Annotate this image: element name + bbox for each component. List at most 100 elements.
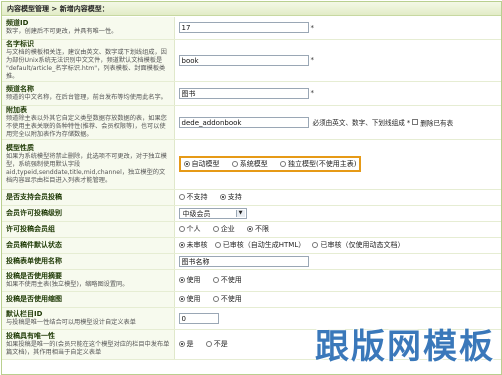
radio-option[interactable]: 个人 — [178, 225, 211, 233]
radio-option[interactable]: 已审核（仅使用动态文档） — [312, 241, 404, 249]
label-cell: 频道名称 频道的中文名称，在后台管理，前台发布等均使用此名字。 — [2, 81, 175, 106]
input-cell: 图书名称 — [174, 253, 501, 270]
field-label: 频道名称 — [6, 84, 34, 93]
radio-icon — [214, 242, 221, 248]
radio-icon — [246, 226, 253, 232]
field-desc: 如果投稿是唯一的(会员只能在这个模型对应的栏目中发布单篇文档)，其作用相当于自定… — [6, 340, 170, 356]
model-form: 频道ID 数字，创建后不可更改，并具有唯一性。 17 * 名字标识 与文档的模板相… — [2, 17, 501, 360]
field-label: 投稿表单使用名称 — [6, 256, 62, 265]
radio-option[interactable]: 支持 — [219, 193, 252, 201]
required-mark: * — [310, 56, 315, 64]
radio-icon — [205, 341, 212, 347]
watermark-logo: 跟版网模板 — [315, 327, 495, 367]
form-panel: 内容模型管理 > 新增内容模型： 频道ID 数字，创建后不可更改，并具有唯一性。… — [1, 1, 502, 375]
input-cell: 未审核 已审核（自动生成HTML） 已审核（仅使用动态文档） — [174, 237, 501, 254]
page-header: 内容模型管理 > 新增内容模型： — [2, 2, 501, 16]
row-member-submit: 是否支持会员投稿 不支持 支持 — [2, 189, 501, 206]
input-cell: 17 * — [174, 17, 501, 40]
radio-icon — [178, 226, 185, 232]
label-cell: 附加表 频道除主表以外其它自定义类型数据存放数据的表，如果您不使用主表关联的各种… — [2, 105, 175, 140]
row-member-status: 会员稿件默认状态 未审核 已审核（自动生成HTML） 已审核（仅使用动态文档） — [2, 237, 501, 254]
label-cell: 名字标识 与文档的模板相关连，建议由英文、数字或下划线组成，因为部份Unix系统… — [2, 39, 175, 82]
radio-icon — [212, 296, 219, 302]
name-id-input[interactable]: book — [178, 54, 309, 66]
field-desc: 与投稿是唯一性结合可以用模型设计自定义表单 — [6, 318, 136, 326]
label-cell: 会员稿件默认状态 — [2, 237, 175, 254]
radio-icon — [312, 242, 319, 248]
radio-option[interactable]: 不支持 — [178, 193, 218, 201]
input-cell: 使用 不使用 — [174, 269, 501, 292]
label-cell: 投稿表单使用名称 — [2, 253, 175, 270]
radio-option[interactable]: 不是 — [205, 340, 238, 348]
field-label: 名字标识 — [6, 39, 34, 48]
field-label: 投稿具有唯一性 — [6, 331, 55, 340]
radio-option[interactable]: 不使用 — [212, 276, 252, 284]
row-channel-name: 频道名称 频道的中文名称，在后台管理，前台发布等均使用此名字。 图书 * — [2, 81, 501, 106]
default-column-input[interactable]: 0 — [178, 312, 219, 324]
input-cell: 中级会员 ▼ — [174, 205, 501, 222]
submit-form-name-input[interactable]: 图书名称 — [178, 255, 309, 267]
addon-table-note: 必须由英文、数字、下划线组成 * — [312, 119, 411, 127]
row-channel-id: 频道ID 数字，创建后不可更改，并具有唯一性。 17 * — [2, 17, 501, 40]
radio-icon — [178, 341, 185, 347]
field-desc: 如果不使用主表(独立模型)，缩略图设置同。 — [6, 280, 129, 288]
radio-option[interactable]: 不限 — [246, 225, 279, 233]
radio-icon — [178, 277, 185, 283]
field-label: 许可投稿会员组 — [6, 224, 55, 233]
label-cell: 投稿具有唯一性 如果投稿是唯一的(会员只能在这个模型对应的栏目中发布单篇文档)，… — [2, 329, 175, 360]
field-label: 投稿是否使用缩图 — [6, 294, 62, 303]
model-type-group: 自动模型 系统模型 独立模型(不使用主表) — [178, 156, 362, 172]
label-cell: 投稿是否使用摘要 如果不使用主表(独立模型)，缩略图设置同。 — [2, 269, 175, 292]
input-cell: 个人 企业 不限 — [174, 221, 501, 238]
field-label: 模型性质 — [6, 143, 34, 152]
input-cell: 不支持 支持 — [174, 189, 501, 206]
delete-table-checkbox[interactable] — [412, 119, 419, 125]
row-use-thumb: 投稿是否使用缩图 使用 不使用 — [2, 291, 501, 308]
field-label: 会员稿件默认状态 — [6, 240, 62, 249]
radio-option[interactable]: 独立模型(不使用主表) — [279, 160, 356, 168]
row-addon-table: 附加表 频道除主表以外其它自定义类型数据存放数据的表，如果您不使用主表关联的各种… — [2, 105, 501, 140]
field-label: 投稿是否使用摘要 — [6, 271, 62, 280]
label-cell: 是否支持会员投稿 — [2, 189, 175, 206]
field-label: 是否支持会员投稿 — [6, 192, 62, 201]
field-label: 会员许可投稿级别 — [6, 208, 62, 217]
field-label: 附加表 — [6, 105, 27, 114]
input-cell: 图书 * — [174, 81, 501, 106]
label-cell: 投稿是否使用缩图 — [2, 291, 175, 308]
radio-option[interactable]: 未审核 — [178, 241, 213, 249]
label-cell: 默认栏目ID 与投稿是唯一性结合可以用模型设计自定义表单 — [2, 307, 175, 330]
required-mark: * — [310, 89, 315, 97]
required-mark: * — [310, 23, 315, 32]
radio-option[interactable]: 使用 — [178, 295, 211, 303]
radio-icon — [219, 194, 226, 200]
radio-option[interactable]: 企业 — [212, 225, 245, 233]
radio-icon — [178, 296, 185, 302]
member-level-select[interactable]: 中级会员 ▼ — [178, 207, 247, 219]
input-cell: 自动模型 系统模型 独立模型(不使用主表) — [174, 139, 501, 190]
input-cell: 使用 不使用 — [174, 291, 501, 308]
row-submit-form-name: 投稿表单使用名称 图书名称 — [2, 253, 501, 270]
radio-icon — [279, 161, 286, 167]
input-cell: dede_addonbook 必须由英文、数字、下划线组成 * 删除已有表 — [174, 105, 501, 140]
channel-id-input[interactable]: 17 — [178, 22, 309, 34]
addon-table-input[interactable]: dede_addonbook — [178, 116, 309, 128]
radio-option[interactable]: 已审核（自动生成HTML） — [214, 241, 310, 249]
field-desc: 频道的中文名称，在后台管理，前台发布等均使用此名字。 — [6, 93, 167, 101]
field-label: 频道ID — [6, 19, 29, 28]
radio-option[interactable]: 是 — [178, 340, 204, 348]
row-member-level: 会员许可投稿级别 中级会员 ▼ — [2, 205, 501, 222]
row-name-id: 名字标识 与文档的模板相关连，建议由英文、数字或下划线组成，因为部份Unix系统… — [2, 39, 501, 82]
input-cell: book * — [174, 39, 501, 82]
field-desc: 如果为系统模型将禁止删除，此选项不可更改，对于独立模型，系统强制使用默认字段ai… — [6, 152, 167, 184]
radio-option[interactable]: 自动模型 — [183, 160, 230, 168]
label-cell: 模型性质 如果为系统模型将禁止删除，此选项不可更改，对于独立模型，系统强制使用默… — [2, 139, 175, 190]
radio-option[interactable]: 使用 — [178, 276, 211, 284]
channel-name-input[interactable]: 图书 — [178, 87, 309, 99]
radio-option[interactable]: 系统模型 — [231, 160, 278, 168]
label-cell: 频道ID 数字，创建后不可更改，并具有唯一性。 — [2, 17, 175, 40]
row-use-summary: 投稿是否使用摘要 如果不使用主表(独立模型)，缩略图设置同。 使用 不使用 — [2, 269, 501, 292]
field-desc: 频道除主表以外其它自定义类型数据存放数据的表，如果您不使用主表关联的各种特性(推… — [6, 114, 167, 138]
radio-icon — [178, 194, 185, 200]
radio-icon — [212, 277, 219, 283]
radio-option[interactable]: 不使用 — [212, 295, 252, 303]
